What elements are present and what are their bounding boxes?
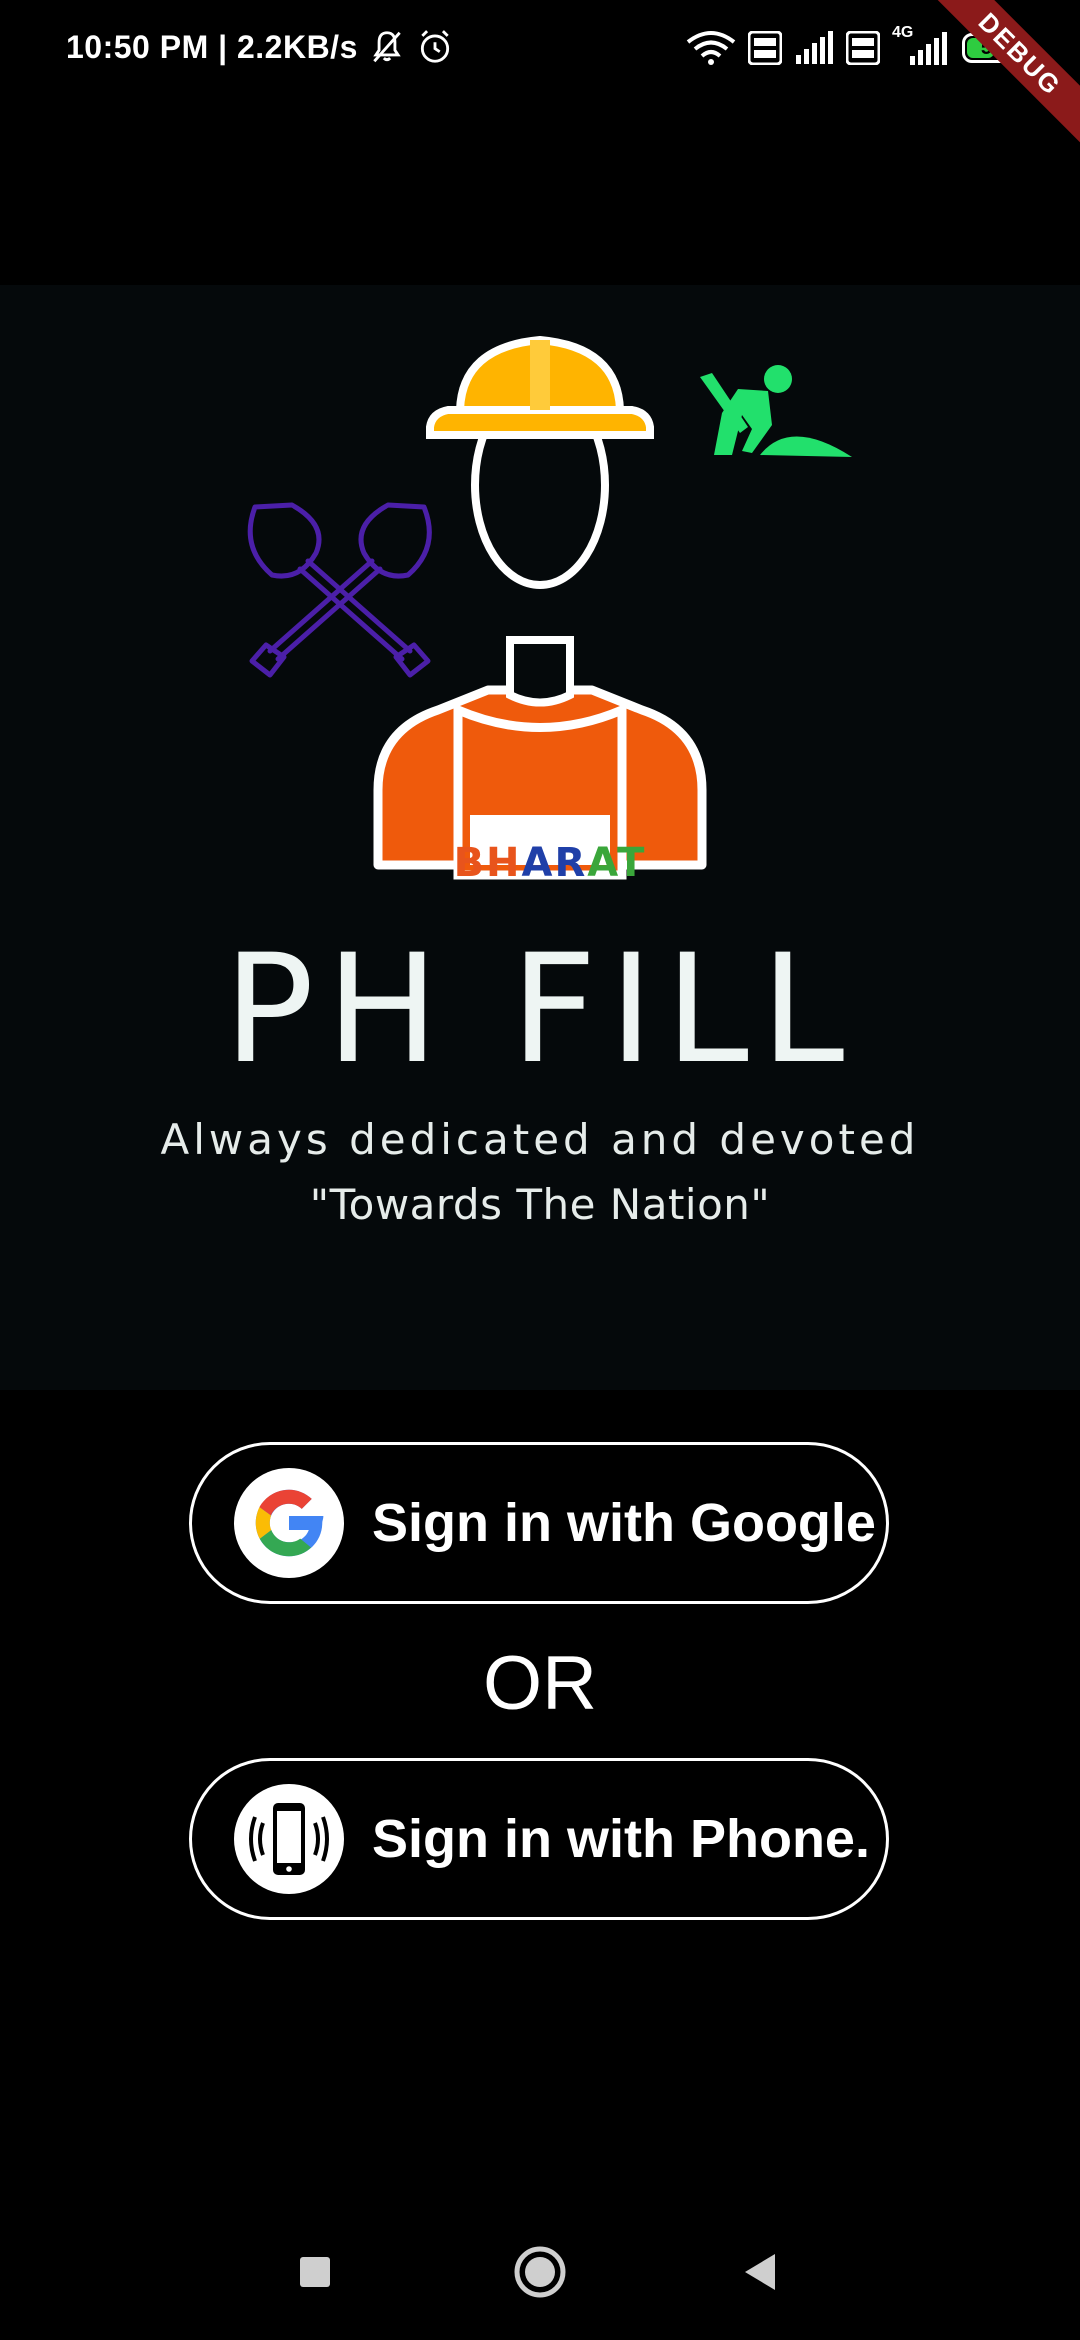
back-button[interactable]	[730, 2242, 790, 2302]
system-nav-bar	[0, 2220, 1080, 2340]
phone-vibrate-icon	[234, 1784, 344, 1894]
volte-icon	[846, 31, 880, 65]
worker-figure-icon	[373, 335, 707, 880]
logo-panel: BHARAT PH FILL Always dedicated and devo…	[0, 285, 1080, 1390]
wifi-icon	[686, 31, 736, 65]
bharat-part-1: BH	[453, 840, 522, 886]
status-time-speed: 10:50 PM | 2.2KB/s	[66, 28, 358, 65]
bharat-badge-text: BHARAT	[430, 840, 670, 886]
home-button[interactable]	[510, 2242, 570, 2302]
google-signin-label: Sign in with Google	[372, 1493, 876, 1553]
status-left: 10:50 PM | 2.2KB/s	[66, 28, 454, 66]
brand-quote: "Towards The Nation"	[309, 1180, 771, 1229]
mute-bell-icon	[373, 31, 401, 63]
google-logo-icon	[234, 1468, 344, 1578]
back-triangle-icon	[745, 2254, 775, 2290]
brand-tagline: Always dedicated and devoted	[160, 1115, 920, 1164]
phone-signin-label: Sign in with Phone.	[372, 1809, 870, 1869]
brand-title: PH FILL	[223, 923, 857, 1097]
volte-icon	[748, 31, 782, 65]
signal-icon	[796, 31, 833, 64]
bharat-part-3: AT	[587, 840, 647, 886]
phone-signin-button[interactable]: Sign in with Phone.	[189, 1758, 889, 1920]
logo-illustration	[247, 335, 852, 880]
digging-worker-icon	[700, 365, 852, 457]
or-divider: OR	[483, 1641, 597, 1726]
debug-banner: DEBUG	[913, 0, 1080, 161]
alarm-icon	[420, 30, 449, 63]
4g-signal-icon: 4G	[892, 24, 950, 66]
recents-square-icon	[300, 2257, 330, 2287]
status-bar: 10:50 PM | 2.2KB/s 4G DEBUG	[0, 0, 1080, 161]
home-circle-icon	[514, 2246, 566, 2298]
google-signin-button[interactable]: Sign in with Google	[189, 1442, 889, 1604]
recents-button[interactable]	[285, 2242, 345, 2302]
status-right: 4G 57	[686, 24, 1027, 66]
bharat-part-2: AR	[521, 840, 588, 886]
crossed-shovels-icon	[247, 502, 432, 678]
